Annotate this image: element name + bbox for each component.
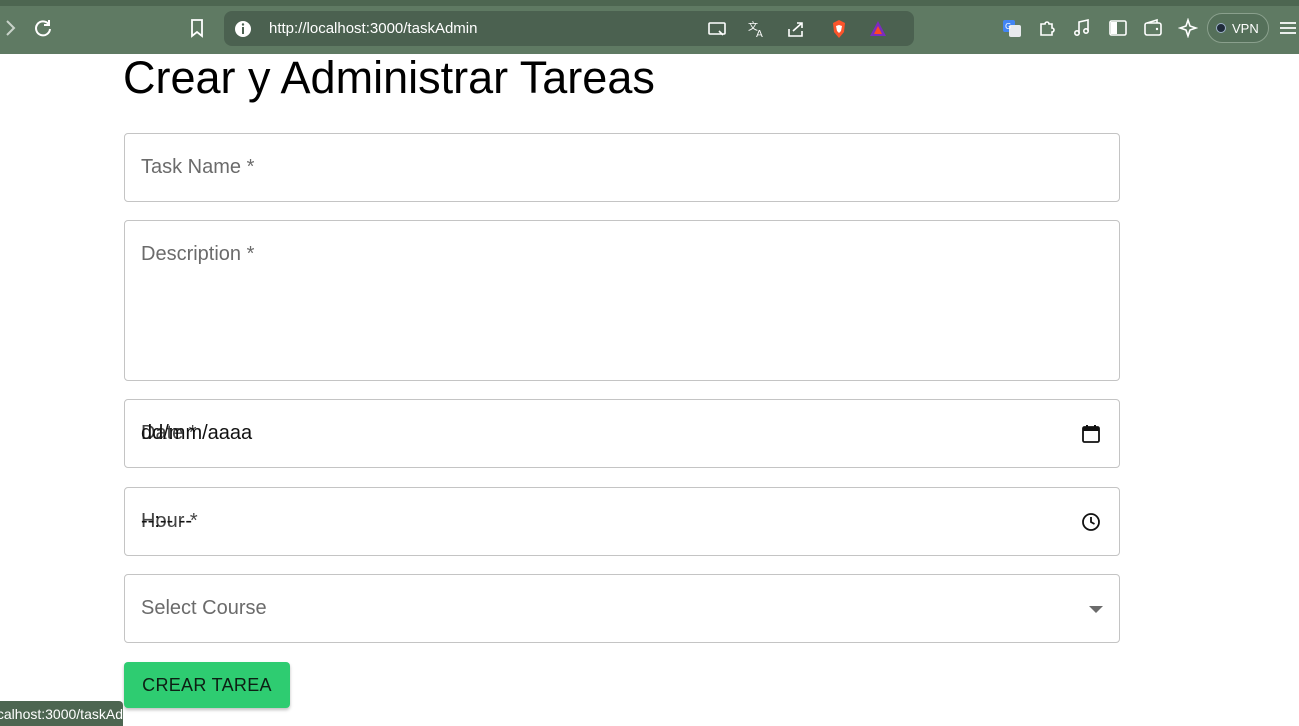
clock-icon[interactable] [1079,510,1103,534]
svg-text:G: G [1005,22,1011,31]
page-title: Crear y Administrar Tareas [123,52,655,103]
forward-icon[interactable] [0,17,22,39]
media-icon[interactable] [1071,17,1093,39]
course-select-label: Select Course [141,597,267,619]
menu-icon[interactable] [1277,17,1299,39]
create-task-button[interactable]: CREAR TAREA [124,662,290,708]
share-icon[interactable] [785,18,807,40]
brave-shields-icon[interactable] [828,18,850,40]
dropdown-arrow-icon[interactable] [1089,606,1103,613]
vpn-label: VPN [1232,20,1259,36]
leo-ai-icon[interactable] [1177,17,1199,39]
description-label: Description * [141,243,255,265]
translate-icon[interactable]: 文A [746,18,768,40]
bookmark-icon[interactable] [186,17,208,39]
vpn-button[interactable]: VPN [1207,13,1269,43]
description-field[interactable]: Description * [124,220,1120,381]
date-placeholder: dd/mm/aaaa [141,422,253,444]
extensions-icon[interactable] [1036,17,1058,39]
sidebar-icon[interactable] [1107,17,1129,39]
calendar-icon[interactable] [1079,422,1103,446]
task-name-label: Task Name * [141,156,255,178]
wallet-icon[interactable] [1142,17,1164,39]
status-bar-url: localhost:3000/taskAdmin [0,701,123,726]
hour-field[interactable]: Hour * --:-- -- [124,487,1120,556]
url-text[interactable]: http://localhost:3000/taskAdmin [269,20,477,37]
course-select[interactable]: Select Course [124,574,1120,643]
date-field[interactable]: Date * dd/mm/aaaa [124,399,1120,468]
tab-strip-edge [0,0,1299,6]
hour-placeholder: --:-- -- [141,510,193,532]
cast-icon[interactable] [706,18,728,40]
task-name-field[interactable]: Task Name * [124,133,1120,202]
google-translate-extension-icon[interactable]: G [1001,17,1023,39]
vpn-status-icon [1216,23,1226,33]
svg-text:A: A [756,29,763,39]
site-info-icon[interactable] [232,18,254,40]
browser-toolbar: http://localhost:3000/taskAdmin 文A G VPN [0,0,1299,54]
address-bar[interactable]: http://localhost:3000/taskAdmin 文A [224,11,914,46]
brave-rewards-icon[interactable] [867,18,889,40]
reload-icon[interactable] [32,17,54,39]
